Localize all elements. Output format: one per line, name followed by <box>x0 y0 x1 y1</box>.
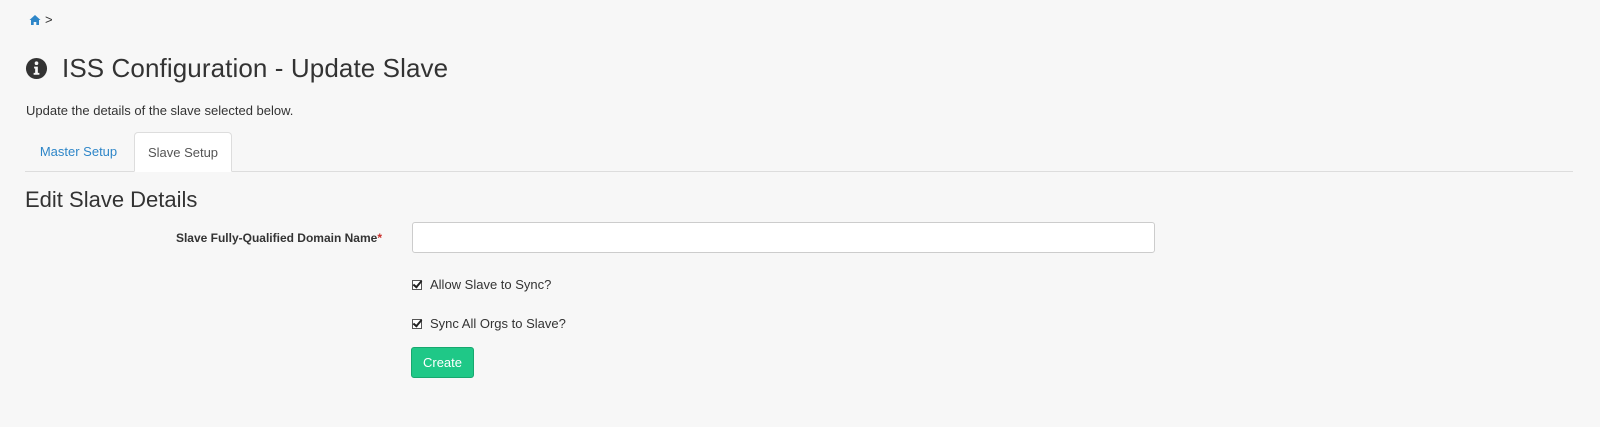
allow-sync-checkbox[interactable] <box>412 279 422 290</box>
fqdn-input[interactable] <box>412 222 1155 253</box>
required-marker: * <box>377 231 382 245</box>
info-circle-icon <box>25 57 48 80</box>
sync-all-orgs-option[interactable]: Sync All Orgs to Slave? <box>412 316 566 331</box>
tab-master-setup[interactable]: Master Setup <box>25 132 132 171</box>
sync-all-orgs-label: Sync All Orgs to Slave? <box>430 316 566 331</box>
fqdn-label: Slave Fully-Qualified Domain Name* <box>0 231 382 245</box>
page-header: ISS Configuration - Update Slave <box>25 53 448 84</box>
page-title: ISS Configuration - Update Slave <box>62 53 449 83</box>
create-button[interactable]: Create <box>411 347 474 378</box>
page-description: Update the details of the slave selected… <box>26 103 294 118</box>
breadcrumb: > <box>29 12 53 27</box>
tab-slave-setup[interactable]: Slave Setup <box>134 132 232 172</box>
breadcrumb-separator: > <box>45 12 53 27</box>
fqdn-label-text: Slave Fully-Qualified Domain Name <box>175 231 378 245</box>
tab-bar: Master Setup Slave Setup <box>25 132 1573 172</box>
section-title: Edit Slave Details <box>25 187 198 212</box>
home-icon[interactable] <box>29 14 41 26</box>
sync-all-orgs-checkbox[interactable] <box>412 318 422 329</box>
allow-sync-option[interactable]: Allow Slave to Sync? <box>412 277 551 292</box>
allow-sync-label: Allow Slave to Sync? <box>430 277 552 292</box>
